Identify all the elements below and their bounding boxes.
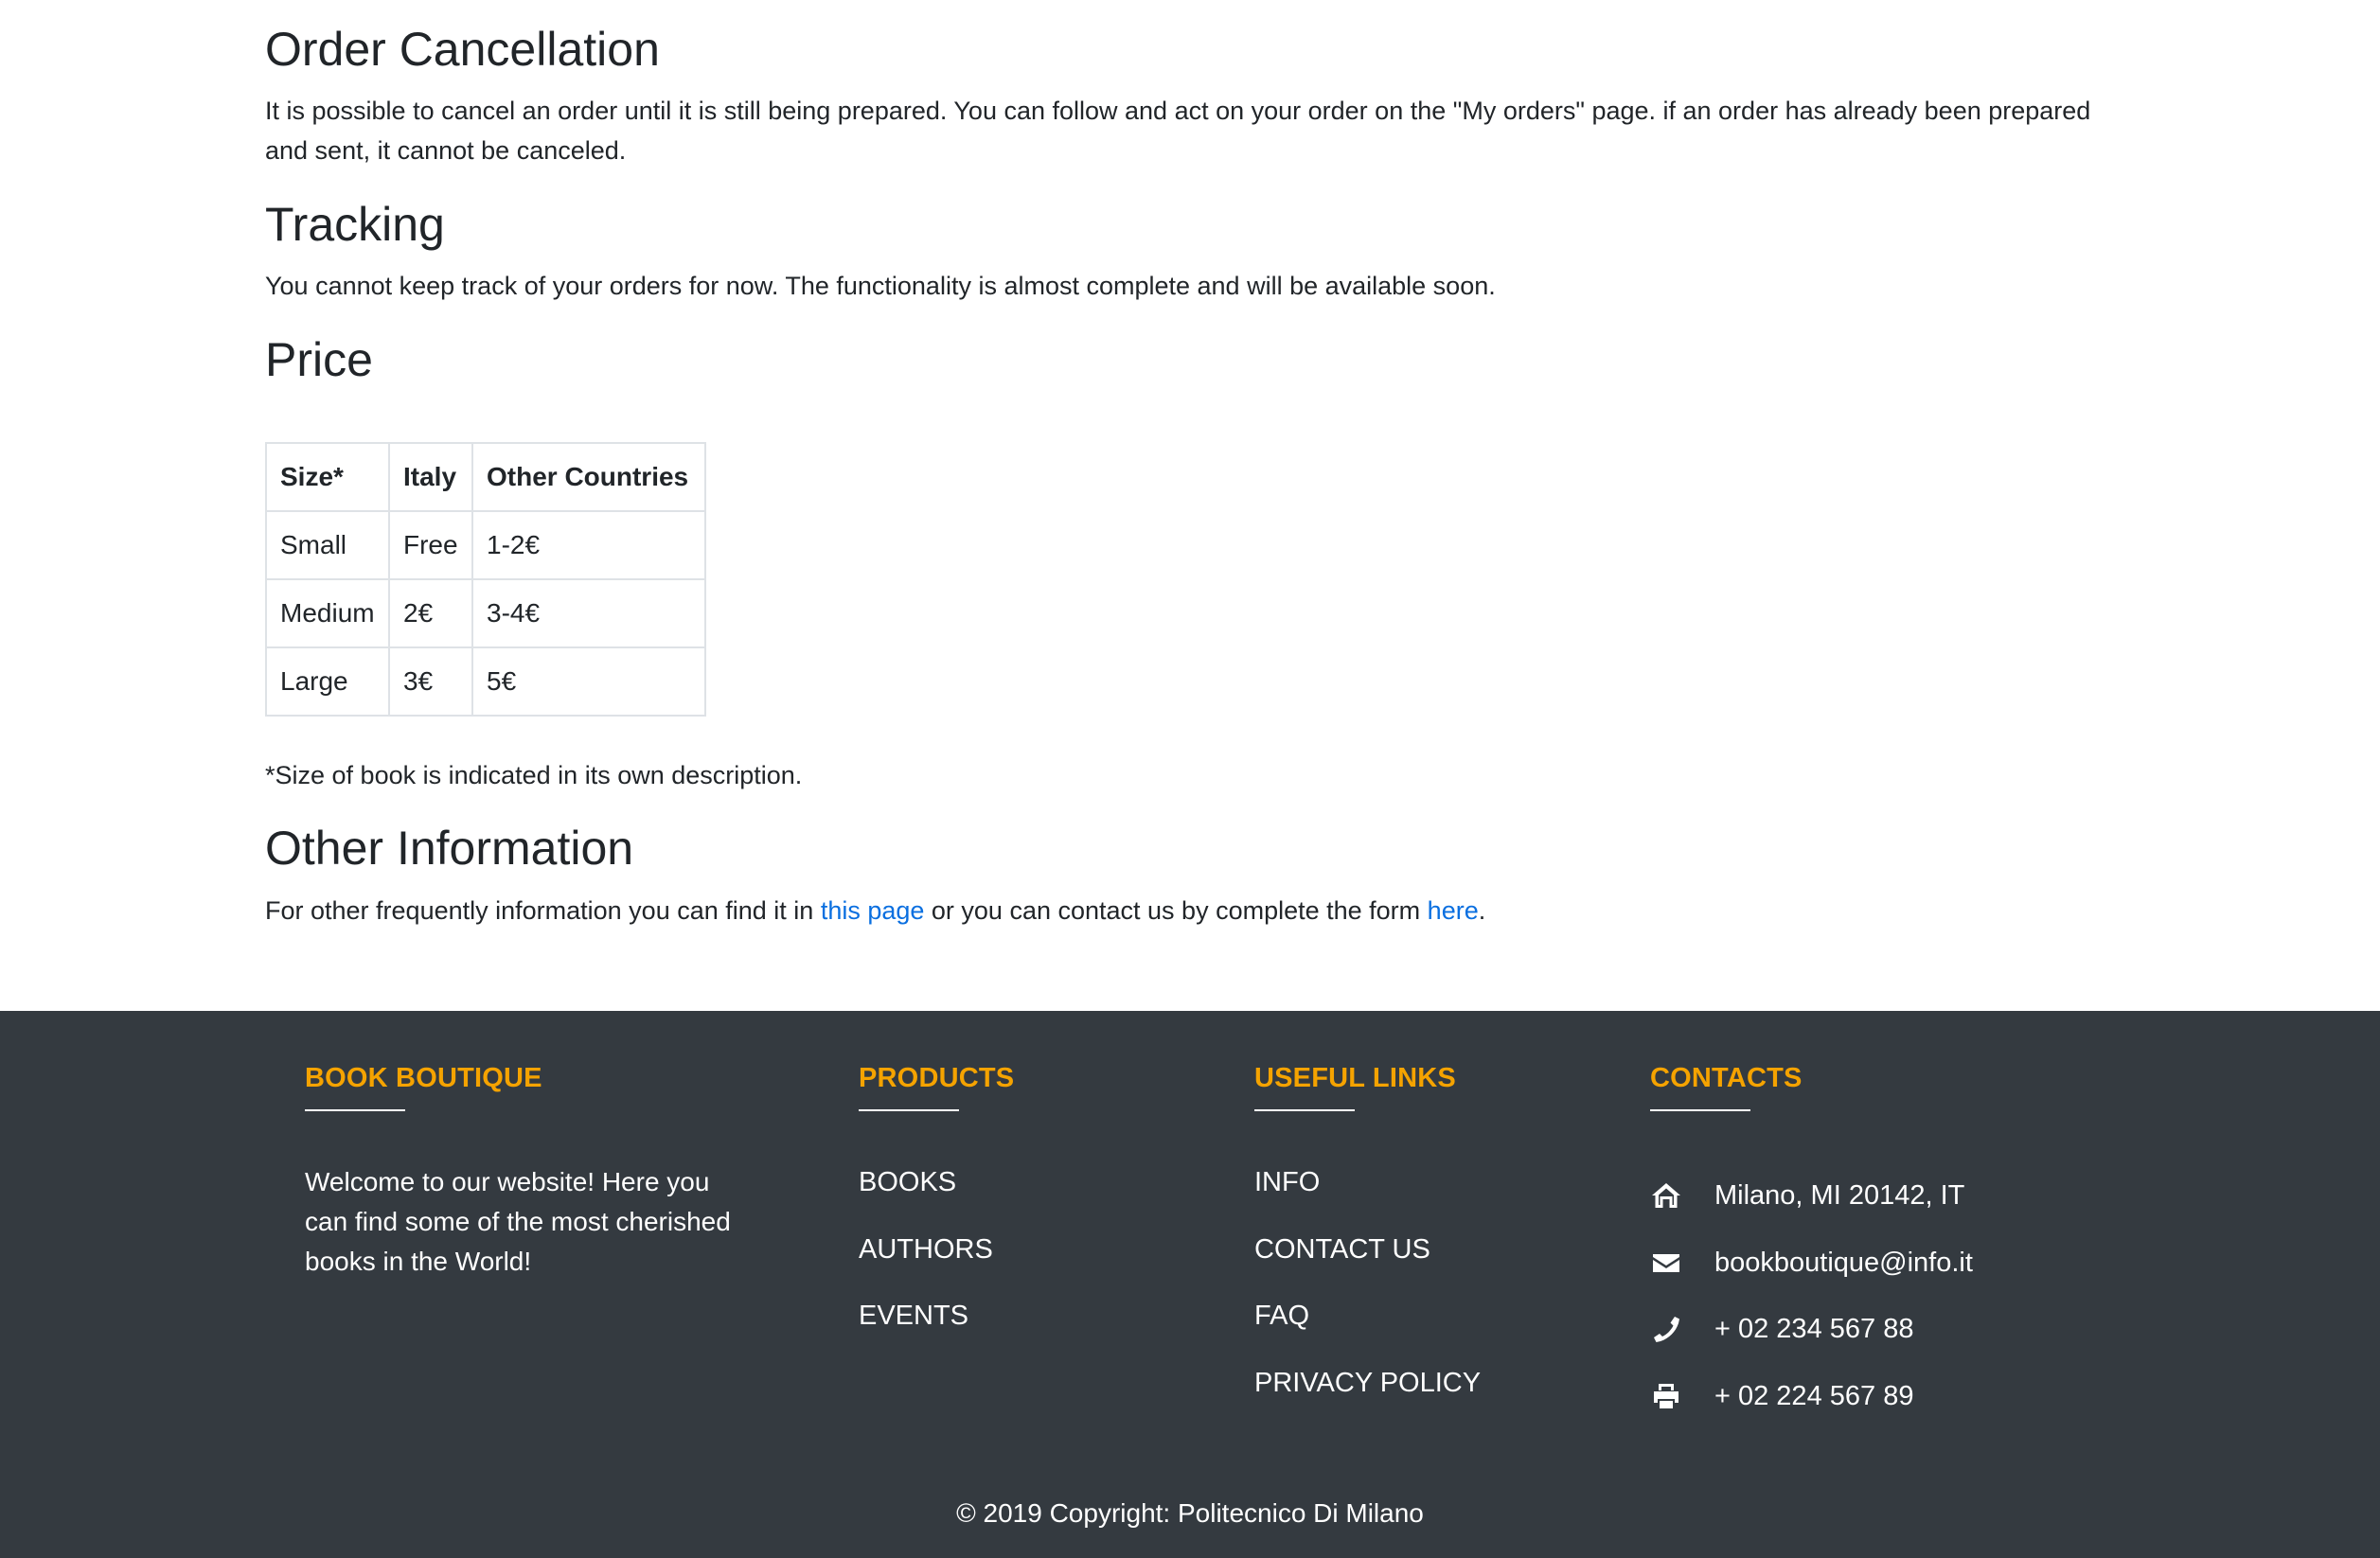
contact-phone-text: + 02 234 567 88 [1714,1314,1914,1345]
table-cell: 3€ [388,646,473,717]
print-icon [1650,1382,1682,1410]
footer-divider [305,1109,405,1111]
header-italy: Italy [388,442,473,512]
tracking-heading: Tracking [265,198,445,251]
footer-link-label[interactable]: BOOKS [859,1167,956,1197]
order-cancellation-text: It is possible to cancel an order until … [265,97,2091,165]
contact-email-text[interactable]: bookboutique@info.it [1714,1243,1973,1283]
table-cell: Small [265,510,390,580]
table-cell: 5€ [471,646,706,717]
table-cell: 1-2€ [471,510,706,580]
table-row: Small Free 1-2€ [265,510,706,580]
footer-link-privacy-policy[interactable]: PRIVACY POLICY [1254,1363,1481,1430]
footer-divider [1650,1109,1750,1111]
table-row: Large 3€ 5€ [265,646,706,717]
copyright-text: © 2019 Copyright: Politecnico Di Milano [956,1498,1424,1528]
price-table-header-row: Size* Italy Other Countries [265,442,706,512]
header-size: Size* [265,442,390,512]
contact-fax-text: + 02 224 567 89 [1714,1380,1914,1411]
footer-divider [1254,1109,1355,1111]
tracking-text: You cannot keep track of your orders for… [265,272,1496,300]
phone-icon [1650,1315,1682,1343]
contact-fax: + 02 224 567 89 [1650,1363,1973,1430]
table-cell: Large [265,646,390,717]
contact-email[interactable]: bookboutique@info.it [1650,1230,1973,1297]
envelope-icon [1650,1248,1682,1277]
footer-welcome-text: Welcome to our website! Here you can fin… [305,1167,731,1276]
table-cell: 2€ [388,578,473,648]
price-table: Size* Italy Other Countries Small Free 1… [265,442,706,717]
footer-link-label[interactable]: PRIVACY POLICY [1254,1368,1481,1398]
table-cell: Medium [265,578,390,648]
contact-address: Milano, MI 20142, IT [1650,1162,1973,1230]
footer-contacts-title: CONTACTS [1650,1063,1803,1093]
table-cell: 3-4€ [471,578,706,648]
footer-link-label[interactable]: EVENTS [859,1301,968,1331]
footer-link-contact-us[interactable]: CONTACT US [1254,1230,1481,1297]
header-other-countries: Other Countries [471,442,706,512]
price-heading: Price [265,333,373,386]
size-note: *Size of book is indicated in its own de… [265,761,803,789]
footer-divider [859,1109,959,1111]
footer-link-faq[interactable]: FAQ [1254,1296,1481,1363]
order-cancellation-heading: Order Cancellation [265,23,660,76]
site-footer: BOOK BOUTIQUE Welcome to our website! He… [0,1011,2380,1558]
footer-link-events[interactable]: EVENTS [859,1296,993,1363]
footer-products-title: PRODUCTS [859,1063,1015,1093]
home-icon [1650,1181,1682,1210]
footer-link-label[interactable]: CONTACT US [1254,1234,1430,1265]
contact-form-link[interactable]: here [1428,896,1479,925]
footer-link-authors[interactable]: AUTHORS [859,1230,993,1297]
footer-useful-links-list: INFO CONTACT US FAQ PRIVACY POLICY [1254,1162,1481,1429]
other-text-middle: or you can contact us by complete the fo… [924,896,1428,925]
footer-useful-links-title: USEFUL LINKS [1254,1063,1456,1093]
footer-link-label[interactable]: AUTHORS [859,1234,993,1265]
other-information-heading: Other Information [265,822,634,875]
footer-contacts-list: Milano, MI 20142, IT bookboutique@info.i… [1650,1162,1973,1429]
contact-phone: + 02 234 567 88 [1650,1296,1973,1363]
table-cell: Free [388,510,473,580]
table-row: Medium 2€ 3-4€ [265,578,706,648]
footer-link-label[interactable]: INFO [1254,1167,1320,1197]
other-text-after: . [1478,896,1486,925]
this-page-link[interactable]: this page [821,896,925,925]
footer-link-books[interactable]: BOOKS [859,1162,993,1230]
other-text-before: For other frequently information you can… [265,896,821,925]
footer-book-boutique-title: BOOK BOUTIQUE [305,1063,542,1093]
footer-link-info[interactable]: INFO [1254,1162,1481,1230]
contact-address-text: Milano, MI 20142, IT [1714,1180,1965,1212]
other-information-text: For other frequently information you can… [265,891,1485,930]
footer-link-label[interactable]: FAQ [1254,1301,1309,1331]
footer-products-list: BOOKS AUTHORS EVENTS [859,1162,993,1363]
